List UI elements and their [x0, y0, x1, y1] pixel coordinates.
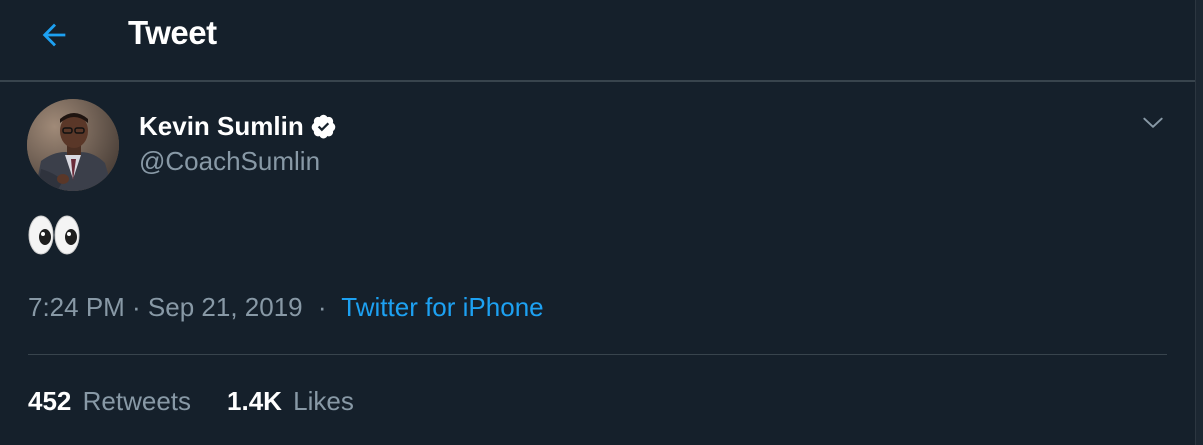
arrow-left-icon	[42, 23, 66, 47]
avatar-image	[27, 99, 119, 191]
tweet-meta: 7:24 PM · Sep 21, 2019 · Twitter for iPh…	[28, 292, 544, 323]
avatar[interactable]	[27, 99, 119, 191]
back-button[interactable]	[33, 14, 75, 56]
tweet-timestamp[interactable]: 7:24 PM · Sep 21, 2019	[28, 292, 303, 322]
author-name[interactable]: Kevin Sumlin	[139, 111, 304, 142]
author-name-row[interactable]: Kevin Sumlin	[139, 109, 337, 143]
verified-badge-icon	[311, 114, 336, 139]
page-title: Tweet	[128, 14, 217, 51]
likes-stat[interactable]: 1.4K Likes	[227, 386, 354, 417]
scrollbar[interactable]	[1195, 0, 1203, 445]
tweet-text: 👀	[28, 212, 80, 260]
likes-count: 1.4K	[227, 386, 282, 416]
more-options-button[interactable]	[1136, 106, 1170, 140]
page-header: Tweet	[0, 0, 1203, 82]
divider	[28, 354, 1167, 355]
retweets-stat[interactable]: 452 Retweets	[28, 386, 191, 417]
author-handle[interactable]: @CoachSumlin	[139, 146, 320, 177]
tweet-page: Tweet Kevin Sumlin @CoachSumlin 7:24 PM …	[0, 0, 1203, 445]
tweet-source-link[interactable]: Twitter for iPhone	[341, 292, 543, 322]
retweets-label: Retweets	[82, 386, 192, 416]
eyes-emoji-icon	[28, 215, 80, 255]
likes-label: Likes	[293, 386, 354, 416]
tweet-stats: 452 Retweets 1.4K Likes	[28, 386, 390, 417]
meta-separator: ·	[317, 292, 327, 322]
tweet-text-content: 👀	[28, 212, 29, 213]
chevron-down-icon	[1143, 117, 1163, 128]
retweets-count: 452	[28, 386, 72, 416]
